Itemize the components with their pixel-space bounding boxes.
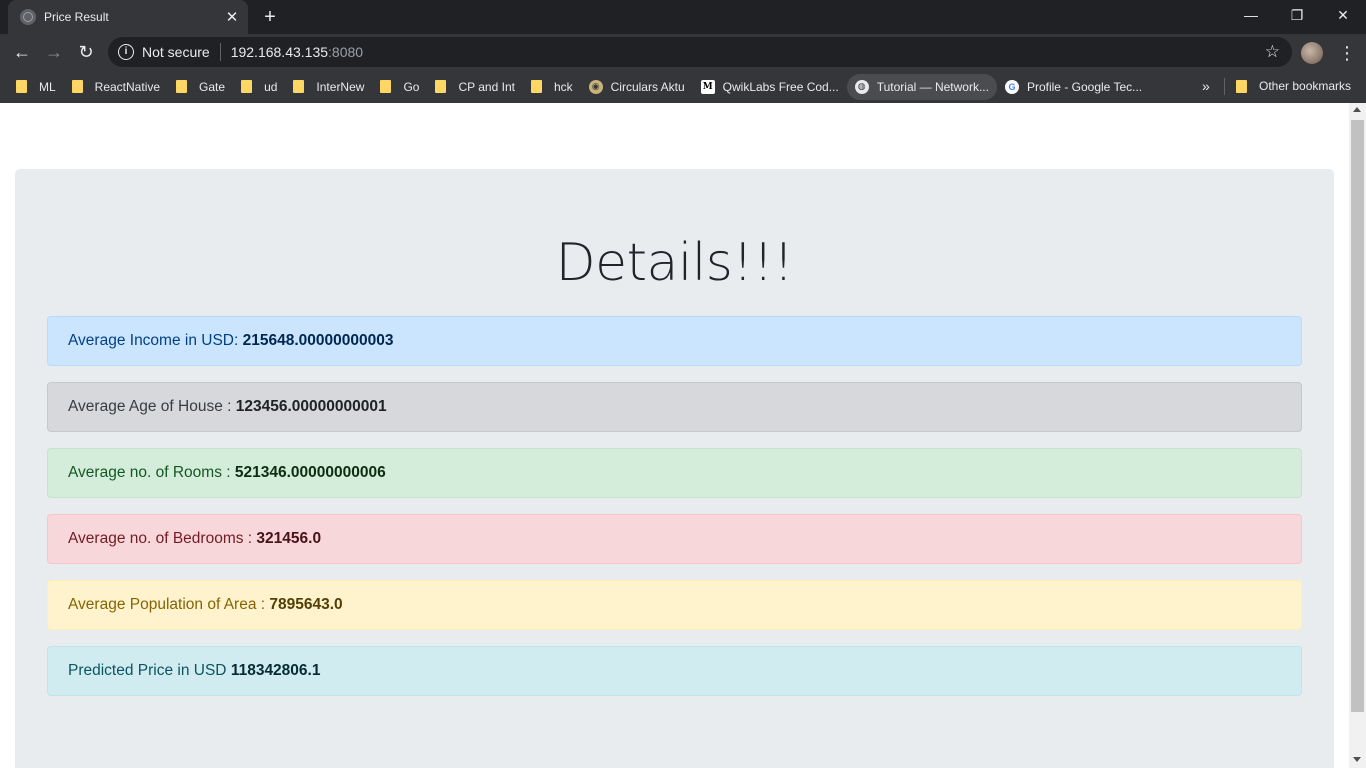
scroll-thumb[interactable] xyxy=(1351,120,1364,712)
bookmark-item[interactable]: ◉ Circulars Aktu xyxy=(581,74,693,100)
info-icon[interactable]: i xyxy=(118,44,134,60)
address-bar[interactable]: i Not secure 192.168.43.135:8080 ☆ xyxy=(108,37,1292,67)
reload-icon[interactable]: ↻ xyxy=(74,40,98,64)
close-window-button[interactable]: ✕ xyxy=(1320,0,1366,30)
folder-icon xyxy=(71,80,83,93)
detail-value: 118342806.1 xyxy=(230,662,321,679)
page-title: Details!!! xyxy=(555,233,794,293)
detail-house-age: Average Age of House : 123456.0000000000… xyxy=(47,382,1302,432)
bookmark-label: hck xyxy=(553,79,573,94)
forward-icon[interactable]: → xyxy=(42,40,66,64)
globe-icon xyxy=(20,9,36,25)
detail-value: 7895643.0 xyxy=(269,596,343,613)
folder-icon xyxy=(1236,79,1247,93)
scroll-down-arrow-icon[interactable] xyxy=(1353,757,1361,762)
detail-value: 321456.0 xyxy=(256,530,322,547)
folder-icon xyxy=(293,80,305,93)
detail-label: Average Income in USD: xyxy=(68,332,243,349)
folder-icon xyxy=(530,80,542,93)
bookmark-item[interactable]: ◍ Tutorial — Network... xyxy=(846,73,997,100)
bookmarks-bar: ML ReactNative Gate ud InterNew Go CP an… xyxy=(0,70,1366,103)
detail-population: Average Population of Area : 7895643.0 xyxy=(47,580,1302,630)
google-icon: G xyxy=(1004,79,1019,94)
profile-avatar[interactable] xyxy=(1301,42,1323,64)
tab-strip: Price Result ✕ + — ❐ ✕ xyxy=(0,0,1366,34)
folder-icon xyxy=(16,80,27,93)
details-panel: Details!!! Average Income in USD: 215648… xyxy=(15,169,1334,768)
tab-close-icon[interactable]: ✕ xyxy=(222,7,242,27)
bookmark-item[interactable]: Go xyxy=(372,74,427,100)
bookmark-label: InterNew xyxy=(316,79,365,94)
new-tab-button[interactable]: + xyxy=(258,6,282,28)
detail-value: 123456.00000000001 xyxy=(235,398,387,415)
bookmark-item[interactable]: ML xyxy=(8,74,64,100)
bookmark-item[interactable]: Gate xyxy=(168,74,233,100)
bookmark-item[interactable]: G Profile - Google Tec... xyxy=(997,74,1150,100)
bookmark-label: CP and Int xyxy=(458,79,515,94)
bookmark-label: ud xyxy=(264,79,278,94)
url-port[interactable]: :8080 xyxy=(328,44,363,60)
bookmark-item[interactable]: hck xyxy=(523,74,581,100)
tab-title: Price Result xyxy=(44,10,109,24)
detail-label: Average no. of Rooms : xyxy=(68,464,235,481)
detail-label: Average no. of Bedrooms : xyxy=(68,530,257,547)
detail-label: Predicted Price in USD xyxy=(68,662,231,679)
bookmark-item[interactable]: ReactNative xyxy=(64,74,168,100)
folder-icon xyxy=(176,80,188,93)
detail-label: Average Population of Area : xyxy=(68,596,270,613)
url-host[interactable]: 192.168.43.135 xyxy=(231,44,328,60)
detail-income: Average Income in USD: 215648.0000000000… xyxy=(47,316,1302,366)
bookmark-item[interactable]: InterNew xyxy=(285,74,372,100)
bookmark-label: Go xyxy=(403,79,420,94)
bookmark-label: Gate xyxy=(199,79,226,94)
page-viewport: Details!!! Average Income in USD: 215648… xyxy=(0,103,1366,768)
folder-icon xyxy=(435,80,447,93)
browser-tab[interactable]: Price Result ✕ xyxy=(8,0,248,34)
site-icon: ◉ xyxy=(588,79,603,94)
bookmark-star-icon[interactable]: ☆ xyxy=(1265,42,1280,62)
bookmark-label: Circulars Aktu xyxy=(610,79,685,94)
address-separator xyxy=(219,43,221,61)
security-label[interactable]: Not secure xyxy=(142,44,210,60)
detail-predicted-price: Predicted Price in USD 118342806.1 xyxy=(47,646,1302,696)
bookmark-item[interactable]: CP and Int xyxy=(427,74,522,100)
bookmark-label: QwikLabs Free Cod... xyxy=(722,79,839,94)
scroll-up-arrow-icon[interactable] xyxy=(1353,107,1361,112)
back-icon[interactable]: ← xyxy=(10,40,34,64)
folder-icon xyxy=(380,80,392,93)
bookmark-label: Profile - Google Tec... xyxy=(1026,79,1143,94)
menu-icon[interactable]: ⋮ xyxy=(1338,40,1356,66)
restore-button[interactable]: ❐ xyxy=(1274,0,1320,30)
bookmark-label: Tutorial — Network... xyxy=(876,79,989,94)
detail-value: 215648.00000000003 xyxy=(242,332,394,349)
detail-label: Average Age of House : xyxy=(68,398,236,415)
detail-value: 521346.00000000006 xyxy=(234,464,386,481)
bookmarks-overflow-icon[interactable]: » xyxy=(1202,70,1210,103)
other-bookmarks[interactable]: Other bookmarks xyxy=(1228,73,1359,99)
medium-icon: M xyxy=(700,79,715,94)
bookmark-item[interactable]: ud xyxy=(233,74,285,100)
bookmarks-separator xyxy=(1224,78,1225,95)
minimize-button[interactable]: — xyxy=(1228,0,1274,30)
vertical-scrollbar[interactable] xyxy=(1349,103,1366,768)
browser-toolbar: ← → ↻ i Not secure 192.168.43.135:8080 ☆ xyxy=(0,34,1366,70)
bookmark-label: ML xyxy=(39,79,56,94)
bookmark-label: Other bookmarks xyxy=(1259,79,1352,93)
detail-bedrooms: Average no. of Bedrooms : 321456.0 xyxy=(47,514,1302,564)
detail-rooms: Average no. of Rooms : 521346.0000000000… xyxy=(47,448,1302,498)
folder-icon xyxy=(241,80,253,93)
bookmark-label: ReactNative xyxy=(94,79,161,94)
bookmark-item[interactable]: M QwikLabs Free Cod... xyxy=(693,74,847,100)
globe-icon: ◍ xyxy=(854,79,869,94)
